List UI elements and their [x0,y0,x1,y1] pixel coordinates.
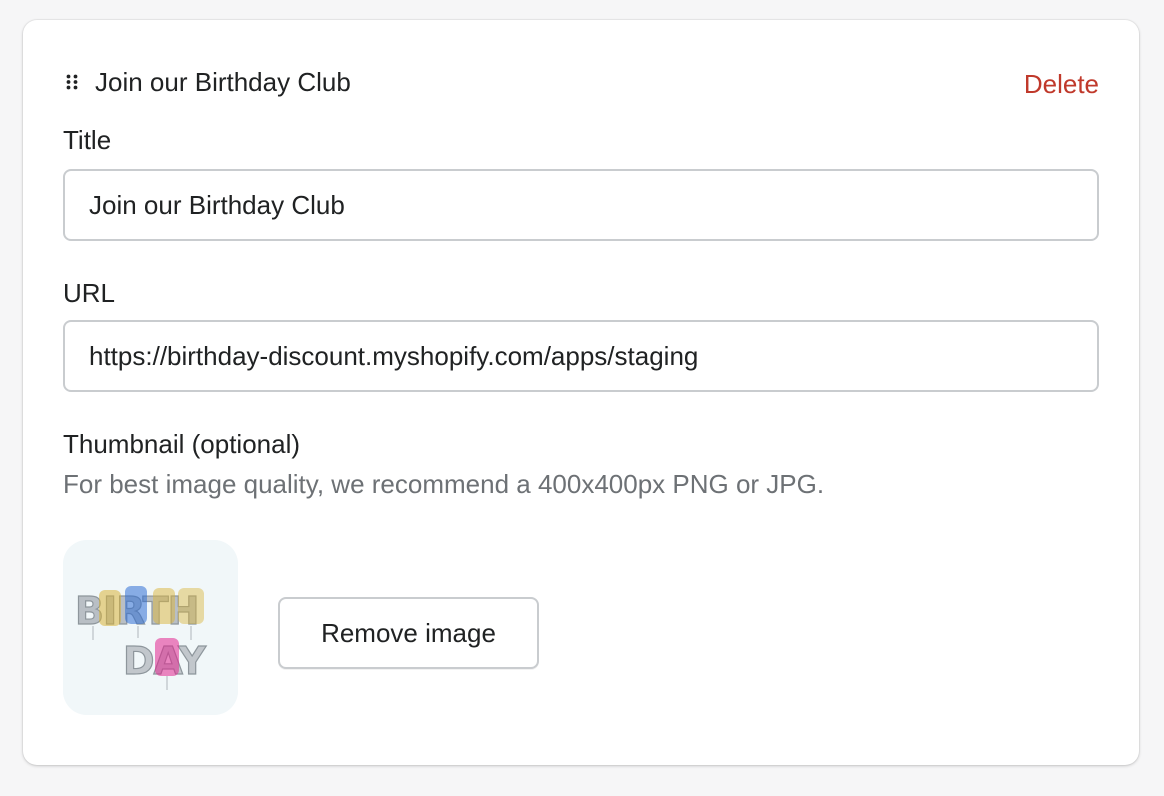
thumbnail-image: BIRTH DAY [63,540,238,715]
card-header: Join our Birthday Club Delete [63,64,1099,100]
remove-image-button[interactable]: Remove image [278,597,539,669]
title-label: Title [63,125,112,155]
drag-handle-icon[interactable] [66,74,78,90]
delete-button[interactable]: Delete [1024,68,1099,100]
url-input[interactable] [63,320,1099,392]
thumbnail-label: Thumbnail (optional) [63,429,301,459]
url-label: URL [63,278,116,308]
link-editor-card: Join our Birthday Club Delete Title URL … [23,20,1139,765]
thumbnail-help-text: For best image quality, we recommend a 4… [63,469,825,499]
card-title: Join our Birthday Club [95,67,351,97]
title-input[interactable] [63,169,1099,241]
